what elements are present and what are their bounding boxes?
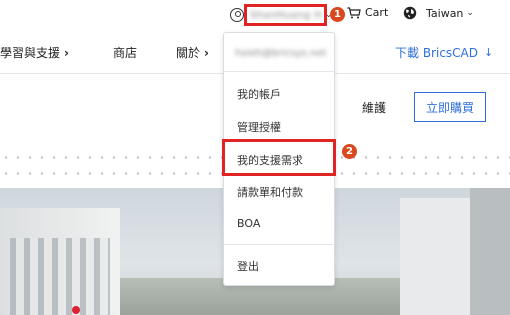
chevron-right-icon: ›	[204, 45, 209, 60]
account-email: hsieh@bricsys.net	[235, 48, 327, 59]
nav-item-label: 學習與支援	[0, 46, 61, 60]
buy-now-button[interactable]: 立即購買	[414, 92, 486, 122]
menu-item-boa[interactable]: BOA	[237, 217, 260, 230]
step-badge-1: 1	[330, 7, 345, 22]
cart-label: Cart	[365, 6, 389, 19]
language-label: Taiwan	[426, 6, 464, 20]
cart-link[interactable]: Cart	[347, 6, 388, 19]
download-bricscad-link[interactable]: 下載 BricsCAD ↓	[395, 44, 493, 61]
maintain-link[interactable]: 維護	[362, 99, 386, 116]
menu-divider	[224, 244, 334, 245]
download-label: 下載 BricsCAD	[395, 46, 478, 60]
cart-icon	[347, 6, 361, 18]
building-left	[0, 208, 120, 315]
step-badge-2: 2	[342, 144, 357, 159]
menu-item-invoices-payments[interactable]: 請款單和付款	[237, 184, 303, 200]
arrow-down-icon: ↓	[484, 46, 494, 59]
nav-item-label: 關於	[176, 46, 201, 60]
menu-item-my-account[interactable]: 我的帳戶	[237, 86, 281, 102]
nav-item-learning-support[interactable]: 學習與支援 ›	[0, 44, 69, 61]
menu-item-manage-licenses[interactable]: 管理授權	[237, 119, 281, 135]
nav-item-label: 商店	[113, 46, 138, 60]
building-far-right	[470, 188, 510, 315]
menu-item-logout[interactable]: 登出	[237, 258, 259, 274]
building-right	[400, 198, 475, 315]
menu-divider	[224, 71, 334, 72]
globe-icon	[403, 6, 417, 20]
chevron-down-icon: ⌄	[466, 8, 474, 18]
highlight-box-user-menu	[244, 4, 327, 26]
user-icon	[230, 8, 244, 22]
nav-item-about[interactable]: 關於 ›	[176, 44, 209, 61]
highlight-box-support-requests	[222, 139, 336, 176]
chevron-right-icon: ›	[64, 45, 69, 60]
nav-item-store[interactable]: 商店	[113, 44, 137, 61]
traffic-sign	[72, 306, 80, 314]
language-selector[interactable]: Taiwan ⌄	[403, 6, 474, 20]
